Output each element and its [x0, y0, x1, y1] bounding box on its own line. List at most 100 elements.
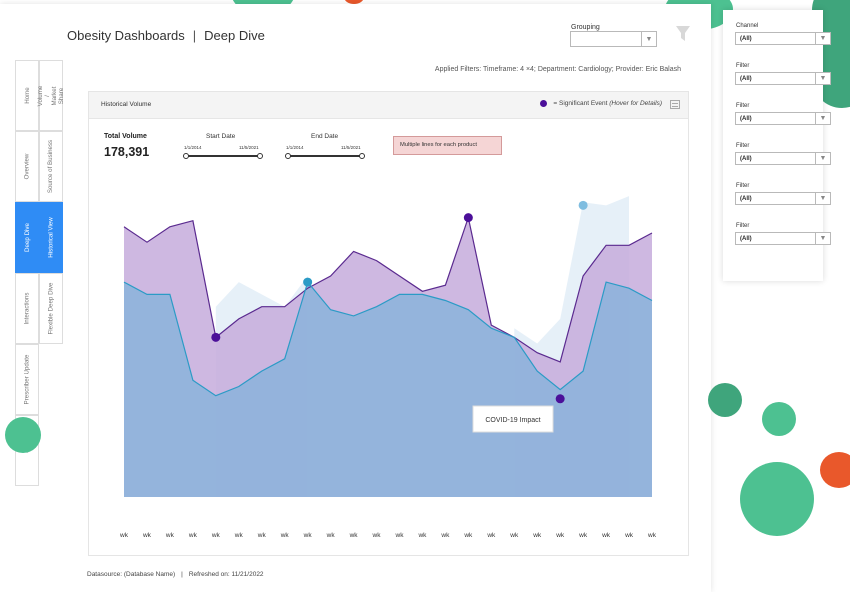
- filter-select[interactable]: (All) ▼: [735, 152, 831, 165]
- x-tick-label: wk: [601, 532, 611, 539]
- nav-tab-interactions[interactable]: Interactions: [15, 273, 39, 344]
- nav-tab-label: Prescriber Update: [23, 354, 31, 405]
- significant-event-point: [555, 394, 565, 404]
- chevron-down-icon: ▼: [815, 153, 830, 164]
- nav-tab-overview[interactable]: Overview: [15, 131, 39, 202]
- slider-handle-left[interactable]: [285, 152, 291, 159]
- decor-circle: [5, 417, 41, 453]
- x-tick-label: wk: [303, 532, 313, 539]
- x-tick-label: wk: [395, 532, 405, 539]
- dashboard-card: Obesity Dashboards | Deep Dive Grouping ▼ …: [0, 4, 711, 592]
- x-tick-label: wk: [417, 532, 427, 539]
- chart-panel: Historical Volume = Significant Event (H…: [88, 91, 689, 556]
- chevron-down-icon: ▼: [815, 233, 830, 244]
- nav-subtab-label: Historical View: [47, 217, 55, 258]
- nav-subtab-label: Flexible Deep Dive: [47, 282, 55, 335]
- x-tick-label: wk: [486, 532, 496, 539]
- grouping-select[interactable]: ▼: [570, 31, 657, 47]
- x-tick-label: wk: [578, 532, 588, 539]
- x-tick-label: wk: [188, 532, 198, 539]
- nav-tab-label: Deep Dive: [23, 223, 31, 252]
- nav-tab-label: Overview: [23, 153, 31, 180]
- nav-tab-label: Home: [23, 87, 31, 104]
- select-value: (All): [740, 36, 752, 42]
- select-value: (All): [740, 116, 752, 122]
- x-tick-label: wk: [463, 532, 473, 539]
- select-value: (All): [740, 76, 752, 82]
- nav-subtab-volume-market-share[interactable]: Volume / Market Share: [37, 60, 65, 131]
- nav-subtab-label: Source of Business: [47, 139, 55, 194]
- footer: Datasource: (Database Name) | Refreshed on…: [87, 571, 264, 578]
- decor-circle: [740, 462, 814, 536]
- nav-tab-deep-dive[interactable]: Deep Dive: [15, 202, 39, 273]
- app-title: Obesity Dashboards: [67, 28, 185, 43]
- nav-tab-home[interactable]: Home: [15, 60, 39, 131]
- x-tick-label: wk: [119, 532, 129, 539]
- x-tick-label: wk: [555, 532, 565, 539]
- page-title: Obesity Dashboards | Deep Dive: [67, 28, 265, 43]
- nav-tab-label: Interactions: [23, 292, 31, 325]
- decor-circle: [820, 452, 850, 488]
- chevron-down-icon: ▼: [815, 193, 830, 204]
- filter-label: Filter: [736, 143, 750, 149]
- refreshed-text: Refreshed on: 11/21/2022: [188, 571, 264, 578]
- end-date-slider[interactable]: [285, 152, 365, 159]
- nav-subtab-historical-view[interactable]: Historical View: [39, 202, 63, 273]
- x-tick-label: wk: [509, 532, 519, 539]
- filter-label: Filter: [736, 183, 750, 189]
- nav-subtab-source-of-business[interactable]: Source of Business: [39, 131, 63, 202]
- chevron-down-icon: ▼: [815, 73, 830, 84]
- x-tick-label: wk: [234, 532, 244, 539]
- grouping-label: Grouping: [571, 24, 600, 31]
- tooltip-text: COVID-19 Impact: [485, 417, 540, 424]
- nav-row-prescriber-update: Prescriber Update: [15, 344, 65, 415]
- legend-text: = Significant Event: [553, 100, 608, 107]
- annotation-note: Multiple lines for each product: [393, 136, 502, 155]
- channel-select[interactable]: (All) ▼: [735, 32, 831, 45]
- start-date-slider[interactable]: [183, 152, 263, 159]
- end-date-label: End Date: [311, 133, 339, 140]
- applied-filters: Applied Filters: Timeframe: 4 ×4; Depart…: [434, 66, 681, 73]
- footer-separator: |: [181, 571, 183, 578]
- legend: = Significant Event (Hover for Details): [540, 100, 662, 107]
- start-date-label: Start Date: [206, 133, 236, 140]
- significant-event-point: [303, 277, 313, 287]
- title-separator: |: [192, 28, 197, 43]
- nav-row-deep-dive: Deep Dive Historical View: [15, 202, 65, 273]
- x-tick-label: wk: [647, 532, 657, 539]
- total-volume-value: 178,391: [104, 145, 150, 159]
- slider-handle-right[interactable]: [257, 152, 263, 159]
- x-tick-label: wk: [165, 532, 175, 539]
- nav-subtab-flexible-deep-dive[interactable]: Flexible Deep Dive: [39, 273, 63, 344]
- nav-row-overview: Overview Source of Business: [15, 131, 65, 202]
- x-tick-label: wk: [349, 532, 359, 539]
- filter-select[interactable]: (All) ▼: [735, 232, 831, 245]
- start-date-to: 11/5/2021: [239, 145, 259, 150]
- x-tick-label: wk: [372, 532, 382, 539]
- panel-header: Historical Volume = Significant Event (H…: [89, 92, 688, 119]
- nav-subtab-label: Volume / Market Share: [37, 85, 65, 106]
- x-tick-label: wk: [440, 532, 450, 539]
- filter-label: Filter: [736, 103, 750, 109]
- slider-handle-left[interactable]: [183, 152, 189, 159]
- filter-select[interactable]: (All) ▼: [735, 192, 831, 205]
- x-tick-label: wk: [624, 532, 634, 539]
- filter-panel: Channel (All) ▼ Filter (All) ▼ Filter (All…: [723, 10, 831, 281]
- nav-tab-prescriber-update[interactable]: Prescriber Update: [15, 344, 39, 415]
- filter-select[interactable]: (All) ▼: [735, 112, 831, 125]
- filter-select[interactable]: (All) ▼: [735, 72, 831, 85]
- panel-menu-icon[interactable]: [670, 100, 680, 109]
- page-subtitle: Deep Dive: [204, 28, 265, 43]
- chevron-down-icon: ▼: [815, 33, 830, 44]
- panel-title: Historical Volume: [101, 101, 152, 108]
- significant-event-dot-icon: [540, 100, 548, 107]
- nav-row-home: Home Volume / Market Share: [15, 60, 65, 131]
- select-value: (All): [740, 156, 752, 162]
- chevron-down-icon: ▼: [641, 32, 656, 46]
- end-date-to: 11/5/2021: [341, 145, 361, 150]
- screen: Obesity Dashboards | Deep Dive Grouping ▼ …: [0, 0, 850, 592]
- slider-handle-right[interactable]: [359, 152, 365, 159]
- filter-label: Filter: [736, 223, 750, 229]
- end-date-from: 1/1/2014: [286, 145, 304, 150]
- filter-funnel-icon[interactable]: [676, 26, 690, 42]
